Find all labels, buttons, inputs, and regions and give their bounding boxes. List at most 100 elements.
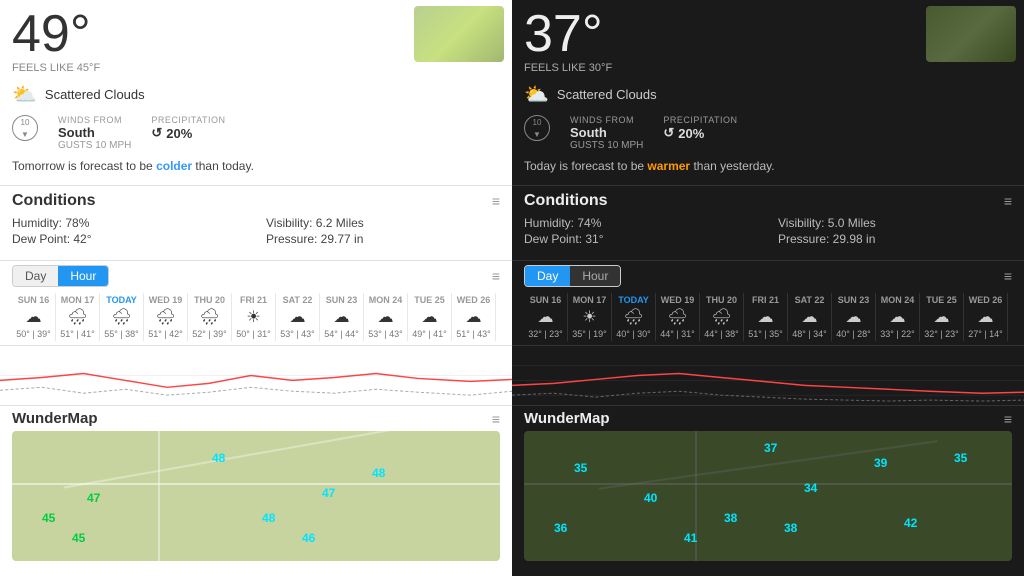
right-humidity: Humidity: 74% [524, 216, 758, 230]
right-dew-point: Dew Point: 31° [524, 232, 758, 246]
forecast-day-item[interactable]: MON 17☀35° | 19° [568, 293, 612, 341]
right-wind-compass: 10 [524, 115, 550, 141]
left-feels-like: FEELS LIKE 45°F [12, 62, 500, 74]
map-temp-label: 46 [302, 531, 315, 545]
right-chart-area [512, 345, 1024, 405]
left-precip-label: PRECIPITATION [151, 115, 225, 125]
left-chart-area [0, 345, 512, 405]
right-forecast-text: Today is forecast to be warmer than yest… [524, 159, 1012, 173]
left-visibility: Visibility: 6.2 Miles [266, 216, 500, 230]
map-temp-label: 40 [644, 491, 657, 505]
left-day-button[interactable]: Day [13, 266, 58, 286]
right-hour-button[interactable]: Hour [570, 266, 620, 286]
right-wundermap-header: WunderMap ≡ [524, 410, 1012, 427]
right-map-container[interactable]: 3537403438384236413935 [524, 431, 1012, 561]
forecast-day-item[interactable]: WED 19🌧51° | 42° [144, 293, 188, 341]
map-temp-label: 39 [874, 456, 887, 470]
forecast-day-item[interactable]: MON 24☁33° | 22° [876, 293, 920, 341]
right-map: 3537403438384236413935 [524, 431, 1012, 561]
right-wind-row: 10 WINDS FROM South GUSTS 10 MPH PRECIPI… [524, 115, 1012, 151]
forecast-day-item[interactable]: TUE 25☁32° | 23° [920, 293, 964, 341]
right-day-hour-toggle[interactable]: Day Hour [524, 265, 621, 287]
left-winds-from-value: South [58, 125, 131, 140]
left-hour-button[interactable]: Hour [58, 266, 108, 286]
left-forecast-text: Tomorrow is forecast to be colder than t… [12, 159, 500, 173]
right-pressure: Pressure: 29.98 in [778, 232, 1012, 246]
forecast-day-item[interactable]: SUN 23☁54° | 44° [320, 293, 364, 341]
forecast-day-item[interactable]: WED 19🌧44° | 31° [656, 293, 700, 341]
forecast-day-item[interactable]: SUN 16☁50° | 39° [12, 293, 56, 341]
forecast-day-item[interactable]: THU 27☁26° | 15° [1008, 293, 1012, 341]
left-conditions-section: Conditions ≡ Humidity: 78% Visibility: 6… [0, 186, 512, 260]
forecast-day-item[interactable]: MON 24☁53° | 43° [364, 293, 408, 341]
right-wundermap-title: WunderMap [524, 410, 610, 427]
map-temp-label: 35 [574, 461, 587, 475]
right-map-thumb[interactable] [926, 6, 1016, 62]
left-condition-text: Scattered Clouds [45, 87, 145, 102]
right-conditions-title: Conditions [524, 192, 608, 210]
forecast-day-item[interactable]: THU 20🌧52° | 39° [188, 293, 232, 341]
left-day-hour-toggle[interactable]: Day Hour [12, 265, 109, 287]
forecast-day-item[interactable]: WED 26☁27° | 14° [964, 293, 1008, 341]
forecast-day-item[interactable]: THU 20🌧44° | 38° [700, 293, 744, 341]
left-map-container[interactable]: 4547484748464845 [12, 431, 500, 561]
left-conditions-menu-icon[interactable]: ≡ [492, 193, 500, 209]
left-wundermap-title: WunderMap [12, 410, 98, 427]
left-condition-row: ⛅ Scattered Clouds [12, 82, 500, 107]
right-gusts: GUSTS 10 MPH [570, 140, 643, 151]
left-toggle-row: Day Hour ≡ [12, 265, 500, 287]
forecast-day-item[interactable]: FRI 21☀50° | 31° [232, 293, 276, 341]
forecast-day-item[interactable]: MON 17🌧51° | 41° [56, 293, 100, 341]
left-wundermap-menu-icon[interactable]: ≡ [492, 411, 500, 427]
right-wundermap-menu-icon[interactable]: ≡ [1004, 411, 1012, 427]
left-wundermap-header: WunderMap ≡ [12, 410, 500, 427]
map-temp-label: 41 [684, 531, 697, 545]
forecast-day-item[interactable]: TODAY🌧40° | 30° [612, 293, 656, 341]
right-winds-from-label: WINDS FROM [570, 115, 643, 125]
right-forecast-strip: SUN 16☁32° | 23°MON 17☀35° | 19°TODAY🌧40… [524, 293, 1012, 341]
right-day-button[interactable]: Day [525, 266, 570, 286]
left-panel: 49° FEELS LIKE 45°F ⛅ Scattered Clouds 1… [0, 0, 512, 576]
forecast-day-item[interactable]: THU 27☁49° | 38° [496, 293, 500, 341]
left-dew-point: Dew Point: 42° [12, 232, 246, 246]
left-gusts: GUSTS 10 MPH [58, 140, 131, 151]
right-wundermap-section: WunderMap ≡ 3537403438384236413935 [512, 406, 1024, 561]
left-winds-from-label: WINDS FROM [58, 115, 131, 125]
map-temp-label: 47 [322, 486, 335, 500]
right-forecast-menu-icon[interactable]: ≡ [1004, 268, 1012, 284]
map-temp-label: 38 [784, 521, 797, 535]
left-cloud-icon: ⛅ [12, 82, 37, 107]
map-temp-label: 42 [904, 516, 917, 530]
left-top-section: 49° FEELS LIKE 45°F ⛅ Scattered Clouds 1… [0, 0, 512, 185]
map-temp-label: 48 [262, 511, 275, 525]
map-temp-label: 45 [42, 511, 55, 525]
left-precip-value: ↺ 20% [151, 125, 225, 141]
forecast-day-item[interactable]: TUE 25☁49° | 41° [408, 293, 452, 341]
forecast-day-item[interactable]: SUN 23☁40° | 28° [832, 293, 876, 341]
forecast-day-item[interactable]: FRI 21☁51° | 35° [744, 293, 788, 341]
right-forecast-strip-container: Day Hour ≡ SUN 16☁32° | 23°MON 17☀35° | … [512, 261, 1024, 345]
map-temp-label: 48 [212, 451, 225, 465]
right-precip-info: PRECIPITATION ↺ 20% [663, 115, 737, 141]
map-temp-label: 37 [764, 441, 777, 455]
map-temp-label: 47 [87, 491, 100, 505]
map-temp-label: 38 [724, 511, 737, 525]
map-temp-label: 48 [372, 466, 385, 480]
left-wind-info: WINDS FROM South GUSTS 10 MPH [58, 115, 131, 151]
left-forecast-menu-icon[interactable]: ≡ [492, 268, 500, 284]
forecast-day-item[interactable]: SAT 22☁53° | 43° [276, 293, 320, 341]
left-map: 4547484748464845 [12, 431, 500, 561]
left-conditions-title: Conditions [12, 192, 96, 210]
forecast-day-item[interactable]: SUN 16☁32° | 23° [524, 293, 568, 341]
left-wind-row: 10 WINDS FROM South GUSTS 10 MPH PRECIPI… [12, 115, 500, 151]
forecast-day-item[interactable]: SAT 22☁48° | 34° [788, 293, 832, 341]
left-map-thumb[interactable] [414, 6, 504, 62]
right-top-section: 37° FEELS LIKE 30°F ⛅ Scattered Clouds 1… [512, 0, 1024, 185]
map-temp-label: 36 [554, 521, 567, 535]
forecast-day-item[interactable]: WED 26☁51° | 43° [452, 293, 496, 341]
right-condition-text: Scattered Clouds [557, 87, 657, 102]
right-wind-info: WINDS FROM South GUSTS 10 MPH [570, 115, 643, 151]
left-forecast-strip-container: Day Hour ≡ SUN 16☁50° | 39°MON 17🌧51° | … [0, 261, 512, 345]
right-conditions-menu-icon[interactable]: ≡ [1004, 193, 1012, 209]
forecast-day-item[interactable]: TODAY🌧55° | 38° [100, 293, 144, 341]
